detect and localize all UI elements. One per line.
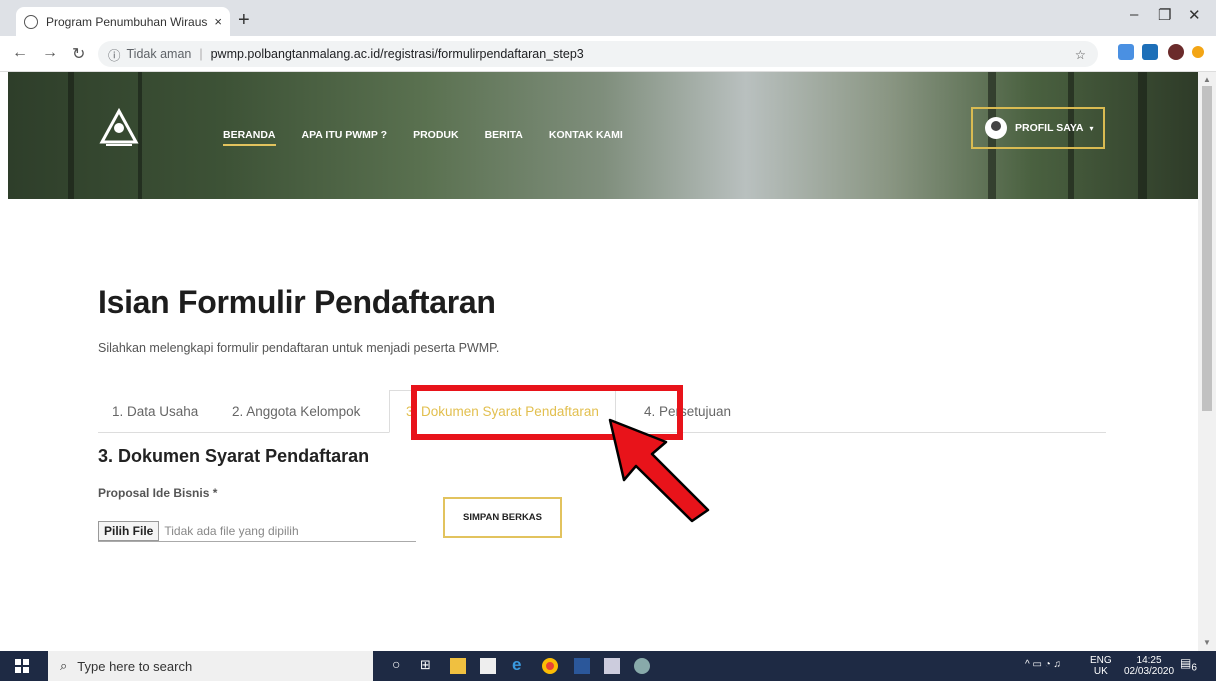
windows-start-icon[interactable] bbox=[14, 658, 30, 674]
browser-tabbar: Program Penumbuhan Wirausaha × + – ❐ ✕ bbox=[0, 0, 1216, 36]
address-bar: ← → ↻ ⓘ Tidak aman | pwmp.polbangtanmala… bbox=[0, 36, 1216, 72]
file-explorer-icon[interactable] bbox=[450, 658, 466, 674]
globe-icon bbox=[24, 14, 38, 29]
clock-time: 14:25 bbox=[1136, 655, 1162, 666]
notification-count: 6 bbox=[1191, 662, 1197, 674]
notification-icon[interactable]: ▤6 bbox=[1180, 656, 1197, 674]
scroll-down-icon[interactable]: ▼ bbox=[1203, 638, 1211, 647]
nav-beranda[interactable]: BERANDA bbox=[223, 129, 276, 146]
choose-file-button[interactable]: Pilih File bbox=[98, 520, 160, 541]
back-icon[interactable]: ← bbox=[12, 44, 28, 62]
lang-code: ENG bbox=[1090, 655, 1112, 666]
annotation-arrow-icon bbox=[608, 418, 710, 523]
clock[interactable]: 14:25 02/03/2020 bbox=[1124, 655, 1174, 677]
reload-icon[interactable]: ↻ bbox=[72, 44, 85, 64]
task-view-icon[interactable]: ⊞ bbox=[420, 657, 436, 673]
user-avatar-icon bbox=[985, 117, 1007, 139]
word-icon[interactable] bbox=[574, 658, 590, 674]
profile-avatar-icon[interactable] bbox=[1168, 44, 1184, 60]
page-scrollbar[interactable]: ▲ ▼ bbox=[1198, 72, 1216, 651]
close-window-button[interactable]: ✕ bbox=[1188, 6, 1201, 24]
page-subtitle: Silahkan melengkapi formulir pendaftaran… bbox=[98, 341, 500, 355]
info-icon: ⓘ bbox=[108, 48, 121, 63]
url-text: pwmp.polbangtanmalang.ac.id/registrasi/f… bbox=[210, 47, 584, 61]
main-nav: BERANDA APA ITU PWMP ? PRODUK BERITA KON… bbox=[223, 129, 623, 146]
lang-region: UK bbox=[1093, 666, 1108, 677]
nav-produk[interactable]: PRODUK bbox=[413, 129, 459, 146]
tray-icons[interactable]: ^ ▭ ◔ ♫ bbox=[1025, 659, 1061, 670]
forward-icon[interactable]: → bbox=[42, 44, 58, 62]
url-input[interactable]: ⓘ Tidak aman | pwmp.polbangtanmalang.ac.… bbox=[98, 41, 1098, 67]
photos-icon[interactable] bbox=[604, 658, 620, 674]
security-label: Tidak aman bbox=[126, 47, 192, 61]
url-separator: | bbox=[199, 47, 203, 61]
language-indicator[interactable]: ENG UK bbox=[1090, 655, 1112, 677]
taskbar-search-input[interactable]: ⌕ Type here to search bbox=[48, 651, 373, 681]
bookmark-star-icon[interactable]: ☆ bbox=[1075, 47, 1086, 62]
section-title: 3. Dokumen Syarat Pendaftaran bbox=[98, 446, 370, 466]
clock-date: 02/03/2020 bbox=[1124, 666, 1175, 677]
store-icon[interactable] bbox=[480, 658, 496, 674]
extension-icon-2[interactable] bbox=[1142, 44, 1158, 60]
nav-berita[interactable]: BERITA bbox=[485, 129, 523, 146]
hero-header: BERANDA APA ITU PWMP ? PRODUK BERITA KON… bbox=[8, 72, 1198, 199]
app-icon[interactable] bbox=[634, 658, 650, 674]
edge-icon[interactable]: e bbox=[512, 655, 528, 674]
scroll-up-icon[interactable]: ▲ bbox=[1203, 75, 1211, 84]
extension-icon[interactable] bbox=[1118, 44, 1134, 60]
site-logo-icon[interactable] bbox=[98, 108, 140, 148]
profile-label: PROFIL SAYA bbox=[1015, 122, 1084, 134]
taskbar: ⌕ Type here to search ○ ⊞ e ^ ▭ ◔ ♫ ENG … bbox=[0, 651, 1216, 681]
save-file-button[interactable]: SIMPAN BERKAS bbox=[443, 497, 562, 538]
file-status: Tidak ada file yang dipilih bbox=[164, 523, 299, 538]
profile-button[interactable]: PROFIL SAYA ▾ bbox=[971, 107, 1105, 149]
page-title: Isian Formulir Pendaftaran bbox=[98, 284, 496, 320]
search-placeholder: Type here to search bbox=[77, 658, 193, 674]
minimize-button[interactable]: – bbox=[1130, 6, 1138, 23]
tab-title: Program Penumbuhan Wirausaha bbox=[46, 14, 208, 29]
update-badge-icon[interactable] bbox=[1192, 46, 1204, 58]
tab-anggota-kelompok[interactable]: 2. Anggota Kelompok bbox=[232, 390, 360, 433]
nav-apa-itu-pwmp[interactable]: APA ITU PWMP ? bbox=[302, 129, 388, 146]
tab-close-icon[interactable]: × bbox=[214, 14, 222, 29]
chevron-down-icon: ▾ bbox=[1089, 123, 1094, 133]
tab-data-usaha[interactable]: 1. Data Usaha bbox=[112, 390, 198, 433]
restore-button[interactable]: ❐ bbox=[1158, 6, 1171, 24]
notification-glyph: ▤ bbox=[1180, 656, 1192, 670]
nav-kontak-kami[interactable]: KONTAK KAMI bbox=[549, 129, 623, 146]
field-label: Proposal Ide Bisnis * bbox=[98, 486, 218, 500]
file-input[interactable]: Pilih File Tidak ada file yang dipilih bbox=[98, 520, 416, 542]
cortana-icon[interactable]: ○ bbox=[392, 656, 408, 672]
new-tab-button[interactable]: + bbox=[238, 9, 250, 32]
search-icon: ⌕ bbox=[60, 658, 68, 673]
scroll-thumb[interactable] bbox=[1202, 86, 1212, 411]
browser-tab[interactable]: Program Penumbuhan Wirausaha × bbox=[16, 7, 230, 36]
chrome-icon[interactable] bbox=[542, 658, 558, 674]
